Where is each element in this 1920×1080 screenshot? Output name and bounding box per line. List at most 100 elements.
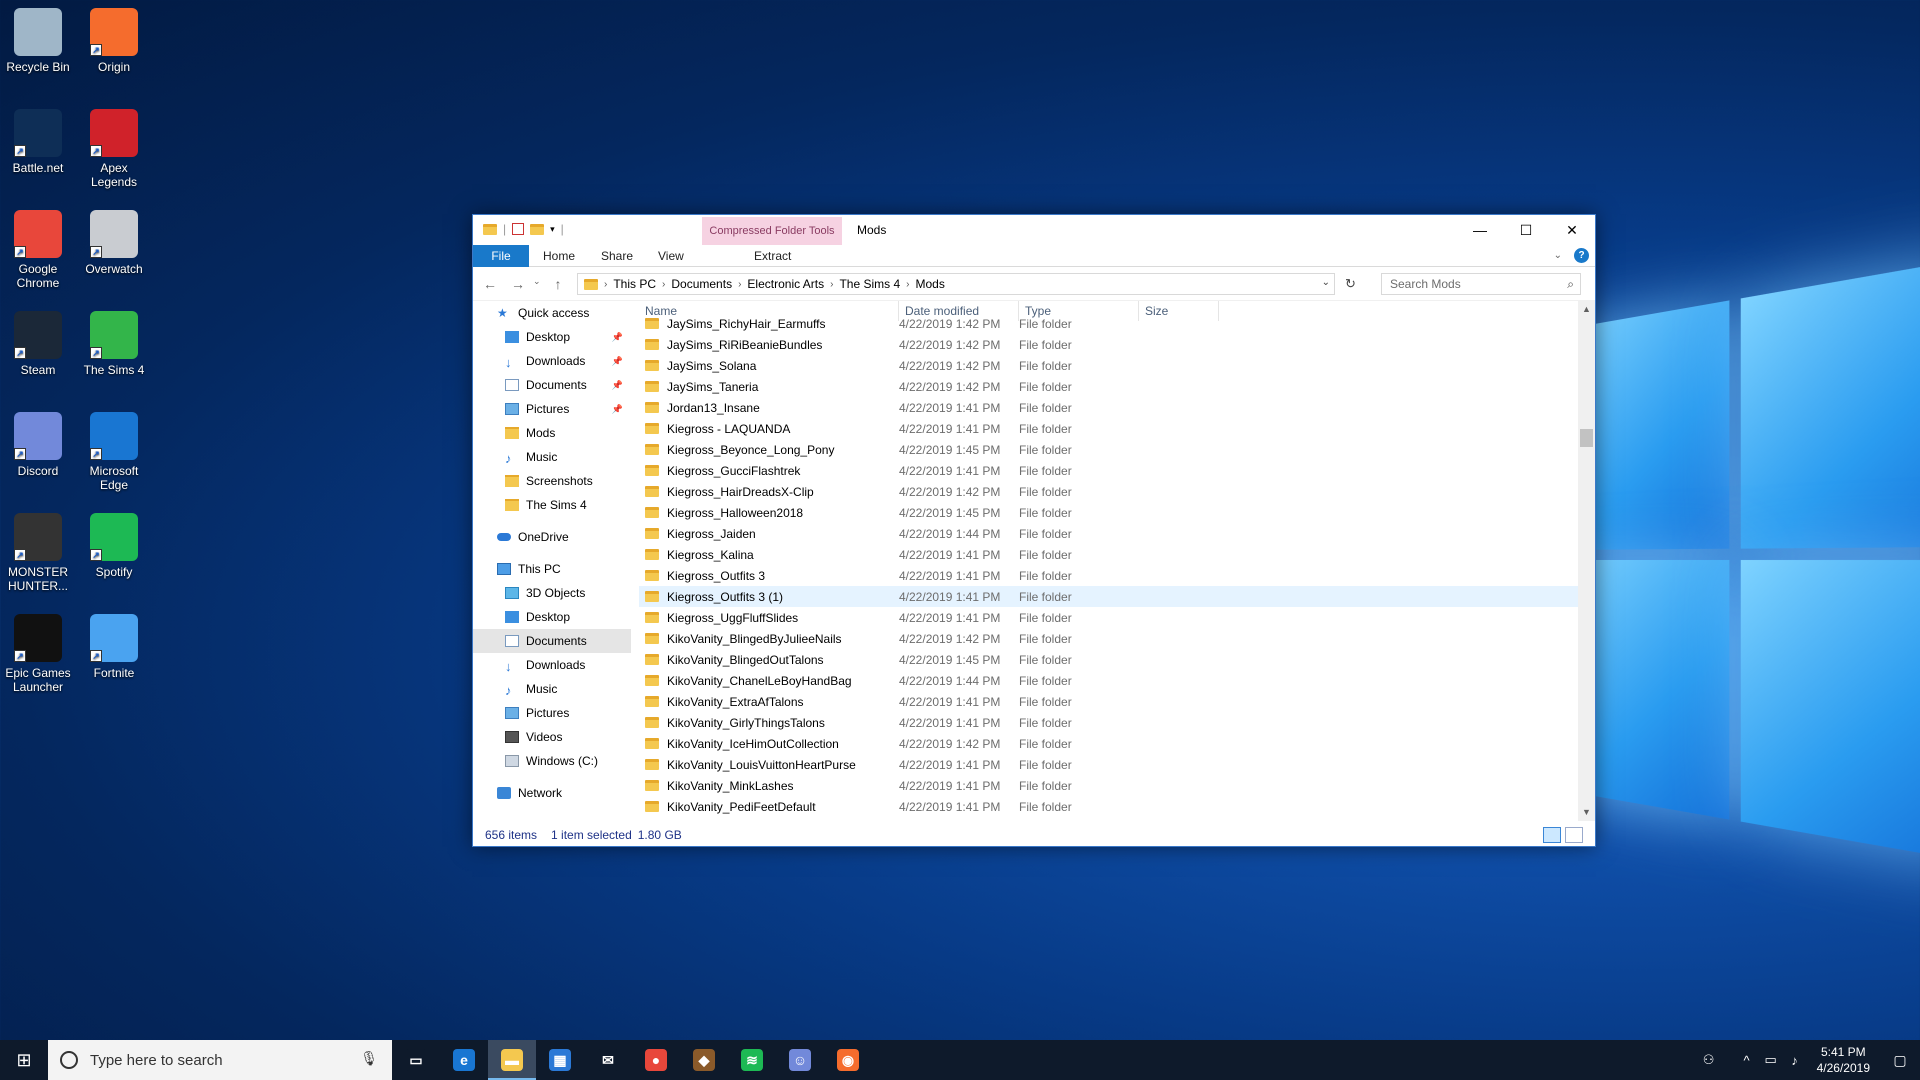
scroll-thumb[interactable] [1580, 429, 1593, 447]
desktop-icon[interactable]: ↗ Spotify [76, 513, 152, 579]
taskbar-app-button[interactable]: ✉ [584, 1040, 632, 1080]
file-row[interactable]: KikoVanity_IceHimOutCollection 4/22/2019 … [639, 733, 1579, 754]
scroll-up-icon[interactable]: ▲ [1578, 301, 1595, 318]
nav-item[interactable]: Windows (C:) [473, 749, 631, 773]
desktop-icon[interactable]: ↗ The Sims 4 [76, 311, 152, 377]
pin-icon[interactable]: 📌 [612, 356, 623, 367]
file-row[interactable]: Kiegross_Kalina 4/22/2019 1:41 PM File fol… [639, 544, 1579, 565]
search-input[interactable]: Search Mods ⌕ [1381, 273, 1581, 295]
file-row[interactable]: KikoVanity_BlingedOutTalons 4/22/2019 1:4… [639, 649, 1579, 670]
file-row[interactable]: JaySims_RichyHair_Earmuffs 4/22/2019 1:42… [639, 313, 1579, 334]
file-row[interactable]: KikoVanity_LouisVuittonHeartPurse 4/22/20… [639, 754, 1579, 775]
nav-item[interactable]: Pictures [473, 701, 631, 725]
nav-item[interactable]: Pictures 📌 [473, 397, 631, 421]
nav-item[interactable]: Network [473, 781, 631, 805]
volume-icon[interactable]: ♪ [1783, 1053, 1807, 1068]
taskbar-app-button[interactable]: e [440, 1040, 488, 1080]
pin-icon[interactable]: 📌 [612, 404, 623, 415]
nav-item[interactable]: Screenshots [473, 469, 631, 493]
address-bar[interactable]: › This PC › Documents › Electronic Arts › The S… [577, 273, 1335, 295]
breadcrumb-item[interactable]: Documents [671, 277, 732, 291]
taskbar-app-button[interactable]: ▬ [488, 1040, 536, 1080]
up-icon[interactable]: ↑ [555, 276, 562, 292]
tab-view[interactable]: View [658, 245, 684, 267]
desktop-icon[interactable]: ↗ Overwatch [76, 210, 152, 276]
compressed-folder-tools-tab[interactable]: Compressed Folder Tools [702, 217, 842, 245]
tab-extract[interactable]: Extract [754, 245, 791, 267]
desktop-icon[interactable]: ↗ Apex Legends [76, 109, 152, 189]
nav-item[interactable]: ↓ Downloads 📌 [473, 349, 631, 373]
scroll-down-icon[interactable]: ▼ [1578, 804, 1595, 821]
nav-item[interactable]: Mods [473, 421, 631, 445]
forward-icon[interactable]: → [511, 276, 525, 292]
nav-item[interactable]: This PC [473, 557, 631, 581]
desktop-icon[interactable]: ↗ Epic Games Launcher [0, 614, 76, 694]
file-row[interactable]: Kiegross - LAQUANDA 4/22/2019 1:41 PM File… [639, 418, 1579, 439]
microphone-icon[interactable]: 🎙 [360, 1050, 378, 1067]
nav-item[interactable]: Desktop 📌 [473, 325, 631, 349]
clock[interactable]: 5:41 PM 4/26/2019 [1807, 1044, 1880, 1076]
nav-item[interactable]: 3D Objects [473, 581, 631, 605]
breadcrumb-item[interactable]: The Sims 4 [839, 277, 900, 291]
close-button[interactable]: ✕ [1549, 215, 1595, 245]
file-row[interactable]: KikoVanity_GirlyThingsTalons 4/22/2019 1:… [639, 712, 1579, 733]
file-row[interactable]: Kiegross_Jaiden 4/22/2019 1:44 PM File fol… [639, 523, 1579, 544]
taskbar-search[interactable]: Type here to search 🎙 [48, 1040, 392, 1080]
file-row[interactable]: JaySims_Taneria 4/22/2019 1:42 PM File fol… [639, 376, 1579, 397]
minimize-button[interactable]: — [1457, 215, 1503, 245]
breadcrumb-item[interactable]: This PC [613, 277, 656, 291]
desktop-icon[interactable]: ↗ Fortnite [76, 614, 152, 680]
tab-share[interactable]: Share [601, 245, 633, 267]
nav-item[interactable]: ↓ Downloads [473, 653, 631, 677]
nav-item[interactable]: The Sims 4 [473, 493, 631, 517]
nav-item[interactable]: Documents [473, 629, 631, 653]
people-icon[interactable]: ⚇ [1697, 1052, 1721, 1068]
nav-item[interactable]: ♪ Music [473, 677, 631, 701]
file-row[interactable]: Kiegross_Halloween2018 4/22/2019 1:45 PM F… [639, 502, 1579, 523]
nav-item[interactable]: ♪ Music [473, 445, 631, 469]
desktop-icon[interactable]: ↗ Battle.net [0, 109, 76, 175]
new-folder-icon[interactable] [530, 223, 545, 235]
desktop-icon[interactable]: ↗ Origin [76, 8, 152, 74]
tab-file[interactable]: File [473, 245, 529, 267]
customize-qat-icon[interactable]: ▾ [550, 224, 555, 235]
file-row[interactable]: Kiegross_GucciFlashtrek 4/22/2019 1:41 PM… [639, 460, 1579, 481]
pin-icon[interactable]: 📌 [612, 380, 623, 391]
file-row[interactable]: Kiegross_Beyonce_Long_Pony 4/22/2019 1:45… [639, 439, 1579, 460]
taskbar-app-button[interactable]: ☺ [776, 1040, 824, 1080]
pin-icon[interactable]: 📌 [612, 332, 623, 343]
nav-item[interactable]: OneDrive [473, 525, 631, 549]
breadcrumb-separator-icon[interactable]: › [738, 279, 741, 290]
desktop-icon[interactable]: ↗ Steam [0, 311, 76, 377]
file-row[interactable]: Kiegross_Outfits 3 4/22/2019 1:41 PM File … [639, 565, 1579, 586]
desktop-icon[interactable]: ↗ Google Chrome [0, 210, 76, 290]
file-row[interactable]: KikoVanity_ChanelLeBoyHandBag 4/22/2019 1… [639, 670, 1579, 691]
properties-icon[interactable] [512, 223, 525, 235]
breadcrumb-separator-icon[interactable]: › [662, 279, 665, 290]
action-center-icon[interactable]: ▢ [1880, 1052, 1920, 1069]
network-icon[interactable]: ▭ [1759, 1052, 1783, 1068]
help-icon[interactable]: ? [1574, 248, 1589, 263]
nav-item[interactable]: ★ Quick access [473, 301, 631, 325]
nav-item[interactable]: Videos [473, 725, 631, 749]
file-row[interactable]: KikoVanity_BlingedByJulieeNails 4/22/2019… [639, 628, 1579, 649]
file-row[interactable]: Jordan13_Insane 4/22/2019 1:41 PM File fol… [639, 397, 1579, 418]
file-row[interactable]: JaySims_Solana 4/22/2019 1:42 PM File fold… [639, 355, 1579, 376]
desktop-icon[interactable]: ↗ Discord [0, 412, 76, 478]
taskbar-app-button[interactable]: ◉ [824, 1040, 872, 1080]
desktop-icon[interactable]: ↗ Microsoft Edge [76, 412, 152, 492]
expand-ribbon-icon[interactable]: ⌄ [1554, 250, 1562, 261]
tab-home[interactable]: Home [543, 245, 575, 267]
taskbar-app-button[interactable]: ● [632, 1040, 680, 1080]
taskbar-app-button[interactable]: ◆ [680, 1040, 728, 1080]
start-button[interactable]: ⊞ [0, 1040, 48, 1080]
breadcrumb-item[interactable]: Electronic Arts [747, 277, 824, 291]
taskbar-app-button[interactable]: ≋ [728, 1040, 776, 1080]
back-icon[interactable]: ← [483, 276, 497, 292]
large-icons-view-icon[interactable] [1565, 827, 1583, 843]
breadcrumb-separator-icon[interactable]: › [906, 279, 909, 290]
recent-locations-icon[interactable]: ⌄ [533, 276, 541, 292]
file-row[interactable]: KikoVanity_PediFeetDefault 4/22/2019 1:41… [639, 796, 1579, 817]
file-row[interactable]: Kiegross_UggFluffSlides 4/22/2019 1:41 PM… [639, 607, 1579, 628]
show-hidden-icons-icon[interactable]: ^ [1735, 1053, 1759, 1068]
